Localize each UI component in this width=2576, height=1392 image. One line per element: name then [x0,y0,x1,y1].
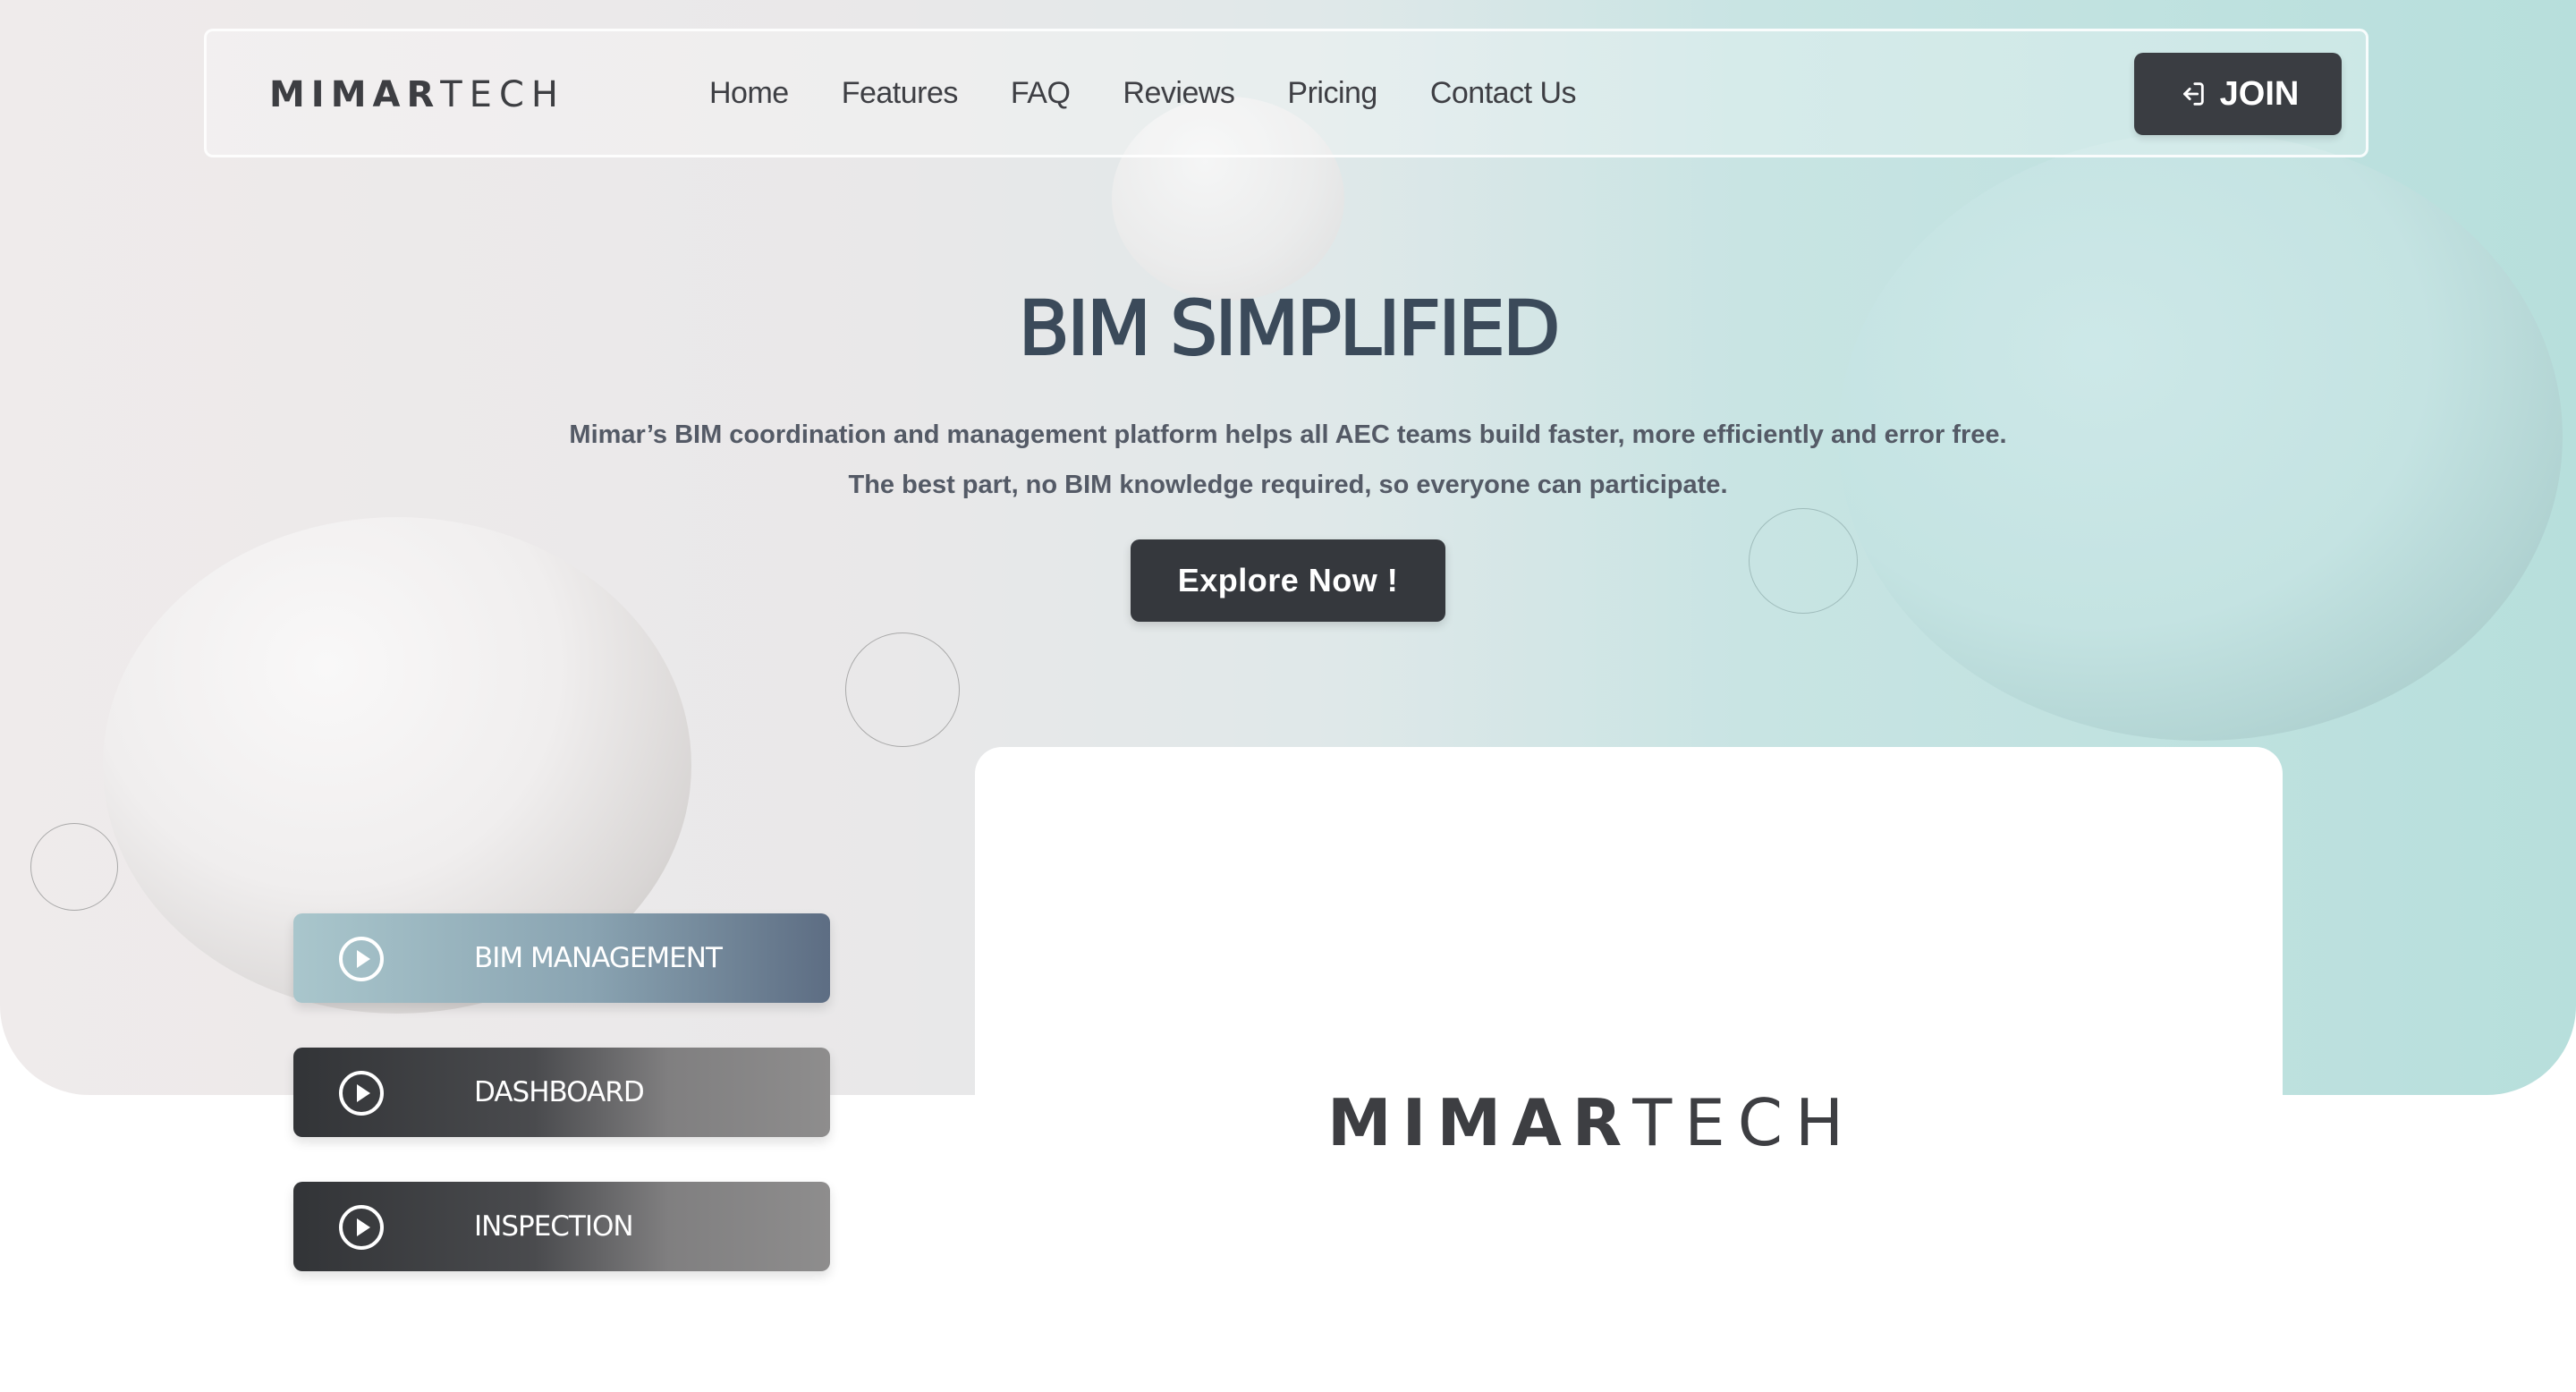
logo-strong-text: MIMAR [269,74,441,115]
brand-logo[interactable]: MIMAR TECH [269,64,565,126]
hero-subtitle-line-1: Mimar’s BIM coordination and management … [569,420,2007,449]
play-circle-icon [339,1205,384,1250]
hero-title: BIM SIMPLIFIED [1017,284,1561,373]
card-brand-logo: MIMAR TECH [1327,1078,1856,1167]
nav-link-faq[interactable]: FAQ [1011,76,1071,111]
nav-link-home[interactable]: Home [709,76,789,111]
decorative-ring [30,823,118,911]
join-button[interactable]: JOIN [2134,53,2342,135]
decorative-ring [845,632,960,747]
feature-tab-label: DASHBOARD [474,1076,645,1108]
explore-now-button[interactable]: Explore Now ! [1131,539,1445,622]
nav-link-features[interactable]: Features [842,76,959,111]
nav-link-reviews[interactable]: Reviews [1123,76,1234,111]
hero-subtitle-line-2: The best part, no BIM knowledge required… [848,471,1728,499]
join-button-label: JOIN [2219,74,2300,113]
play-circle-icon [339,937,384,981]
play-circle-icon [339,1071,384,1116]
feature-preview-card: MIMAR TECH [975,747,2283,1392]
sign-in-icon [2182,82,2204,106]
decorative-ring [1749,508,1858,614]
feature-tab-inspection[interactable]: INSPECTION [293,1182,830,1271]
feature-tab-label: INSPECTION [474,1210,634,1243]
logo-strong-text: MIMAR [1327,1085,1633,1160]
logo-light-text: TECH [440,74,565,115]
nav-link-pricing[interactable]: Pricing [1287,76,1377,111]
feature-tab-bim-management[interactable]: BIM MANAGEMENT [293,913,830,1003]
feature-tab-dashboard[interactable]: DASHBOARD [293,1048,830,1137]
logo-light-text: TECH [1632,1085,1857,1160]
nav-link-contact-us[interactable]: Contact Us [1430,76,1577,111]
nav-links: Home Features FAQ Reviews Pricing Contac… [709,31,1629,155]
top-navbar: MIMAR TECH Home Features FAQ Reviews Pri… [204,29,2368,157]
feature-tab-label: BIM MANAGEMENT [474,942,723,974]
